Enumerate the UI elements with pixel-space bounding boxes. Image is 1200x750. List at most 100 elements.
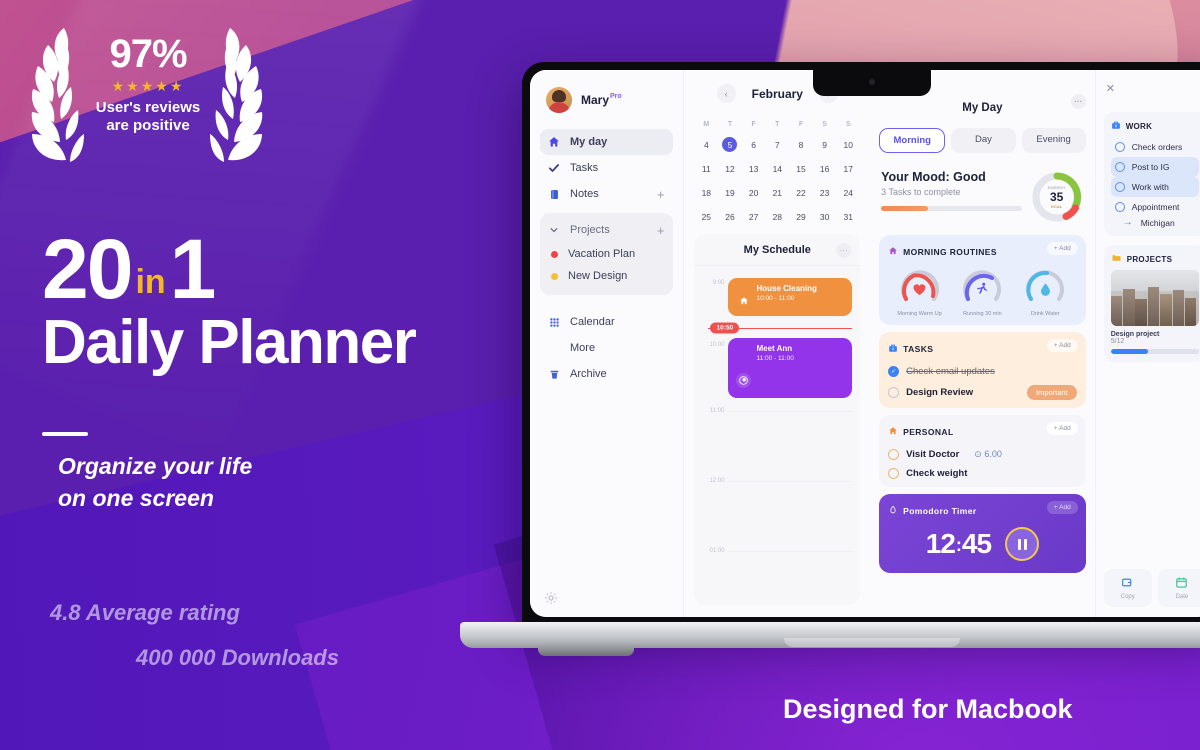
calendar-day[interactable]: 20: [742, 185, 766, 200]
sidebar-item-calendar[interactable]: Calendar: [540, 309, 673, 335]
calendar-day[interactable]: 29: [789, 209, 813, 224]
sidebar-item-more[interactable]: More: [540, 335, 673, 361]
calendar-day[interactable]: 4: [694, 137, 718, 152]
projects-title: PROJECTS: [1126, 254, 1173, 264]
calendar-day[interactable]: 8: [789, 137, 813, 152]
calendar-day[interactable]: 10: [836, 137, 860, 152]
add-project-button[interactable]: +: [657, 224, 665, 237]
calendar-day[interactable]: 26: [718, 209, 742, 224]
calendar-day-selected[interactable]: 5: [718, 137, 742, 152]
work-checkbox[interactable]: [1114, 142, 1125, 152]
sidebar-item-notes[interactable]: Notes +: [540, 181, 673, 207]
calendar-day[interactable]: 15: [789, 161, 813, 176]
personal-title: PERSONAL: [903, 427, 954, 437]
arrow-right-icon: →: [1122, 217, 1133, 228]
routine-morning-warm-up[interactable]: Morning Warm Up: [891, 269, 949, 317]
task-row[interactable]: ✓ Check email updates: [888, 366, 1077, 377]
my-day-column: My Day ··· Morning Day Evening Your Mood…: [870, 70, 1095, 617]
close-icon[interactable]: ✕: [1104, 80, 1200, 103]
trash-icon: [548, 368, 560, 380]
tab-day[interactable]: Day: [951, 128, 1016, 153]
calendar-day[interactable]: 14: [765, 161, 789, 176]
work-checkbox[interactable]: [1114, 162, 1125, 172]
copy-tool-button[interactable]: Copy: [1103, 569, 1152, 607]
work-row[interactable]: Work with: [1110, 177, 1199, 197]
user-name: Mary: [581, 93, 610, 107]
schedule-event-house-cleaning[interactable]: House Cleaning 10:00 - 11:00: [728, 278, 853, 316]
add-pomodoro-button[interactable]: + Add: [1046, 501, 1078, 514]
calendar-day[interactable]: 16: [813, 161, 837, 176]
work-checkbox[interactable]: [1114, 182, 1125, 192]
gear-icon[interactable]: [544, 591, 558, 605]
hour-line: [728, 550, 853, 552]
hour-line: [728, 410, 853, 412]
work-label: Work with: [1131, 182, 1169, 192]
project-item-vacation-plan[interactable]: Vacation Plan: [540, 243, 673, 265]
tab-morning[interactable]: Morning: [879, 128, 946, 153]
calendar-day[interactable]: 17: [836, 161, 860, 176]
projects-group: Projects + Vacation Plan New Design: [540, 213, 674, 295]
schedule-event-meet-ann[interactable]: Meet Ann 11:00 - 11:00: [728, 338, 853, 398]
work-row[interactable]: Appointment: [1111, 197, 1199, 217]
task-row[interactable]: Design Review Important: [888, 385, 1077, 400]
pro-badge: Pro: [610, 92, 622, 100]
tab-evening[interactable]: Evening: [1021, 128, 1086, 153]
app-window: MaryPro My day Tasks Notes + Projects + …: [530, 70, 1200, 617]
add-personal-button[interactable]: + Add: [1046, 422, 1078, 435]
personal-checkbox[interactable]: [888, 449, 900, 460]
project-label: New Design: [568, 270, 628, 282]
work-subitem[interactable]: → Michigan: [1111, 217, 1199, 228]
personal-row[interactable]: Visit Doctor ⊙ 6.00: [888, 449, 1077, 460]
sidebar-item-archive[interactable]: Archive: [540, 361, 673, 387]
personal-label: Check weight: [906, 468, 968, 479]
calendar-day[interactable]: 6: [742, 137, 766, 152]
personal-checkbox[interactable]: [888, 468, 900, 479]
tool-label: Copy: [1120, 594, 1135, 600]
calendar-day[interactable]: 24: [836, 185, 860, 200]
pause-icon[interactable]: [1005, 527, 1040, 561]
calendar-day[interactable]: 9: [813, 137, 837, 152]
contact-icon: [736, 373, 752, 388]
schedule-kebab-menu[interactable]: ···: [836, 243, 852, 258]
calendar-day[interactable]: 18: [694, 185, 718, 200]
calendar-day[interactable]: 31: [836, 209, 860, 224]
calendar-day[interactable]: 25: [694, 209, 718, 224]
add-routine-button[interactable]: + Add: [1046, 242, 1078, 255]
routine-progress-ring: [900, 269, 940, 309]
task-checkbox-checked[interactable]: ✓: [888, 366, 900, 377]
routine-running[interactable]: Running 30 min: [953, 269, 1011, 317]
calendar-day[interactable]: 27: [742, 209, 766, 224]
work-row[interactable]: Post to IG: [1110, 157, 1199, 177]
projects-header[interactable]: Projects +: [540, 217, 673, 243]
macbook-base: [460, 622, 1200, 648]
daypart-segmented-control: Morning Day Evening: [879, 128, 1086, 153]
work-row[interactable]: Check orders: [1111, 137, 1199, 157]
task-checkbox[interactable]: [888, 387, 900, 398]
add-note-button[interactable]: +: [657, 188, 665, 201]
calendar-day[interactable]: 28: [765, 209, 789, 224]
calendar-day[interactable]: 11: [694, 161, 718, 176]
calendar-day[interactable]: 19: [718, 185, 742, 200]
personal-row[interactable]: Check weight: [888, 468, 1077, 479]
prev-month-button[interactable]: ‹: [716, 84, 736, 103]
routine-drink-water[interactable]: Drink Water: [1016, 269, 1074, 317]
calendar-day[interactable]: 21: [765, 185, 789, 200]
work-label: Check orders: [1131, 142, 1183, 152]
mood-progress-fill: [881, 206, 928, 211]
calendar-day[interactable]: 30: [813, 209, 837, 224]
calendar-day[interactable]: 22: [789, 185, 813, 200]
calendar-day[interactable]: 12: [718, 161, 742, 176]
sidebar-item-my-day[interactable]: My day: [540, 129, 674, 155]
calendar-day[interactable]: 7: [765, 137, 789, 152]
project-item-new-design[interactable]: New Design: [540, 265, 673, 287]
calendar-day[interactable]: 23: [813, 185, 837, 200]
my-day-kebab-menu[interactable]: ···: [1070, 94, 1086, 109]
sidebar-item-tasks[interactable]: Tasks: [540, 155, 673, 181]
calendar-dow-label: S: [822, 121, 827, 128]
user-profile[interactable]: MaryPro: [540, 82, 673, 129]
calendar-day[interactable]: 13: [742, 161, 766, 176]
date-tool-button[interactable]: Date: [1157, 569, 1200, 607]
work-checkbox[interactable]: [1114, 202, 1125, 212]
water-icon: [1025, 269, 1065, 309]
add-task-button[interactable]: + Add: [1046, 339, 1078, 352]
